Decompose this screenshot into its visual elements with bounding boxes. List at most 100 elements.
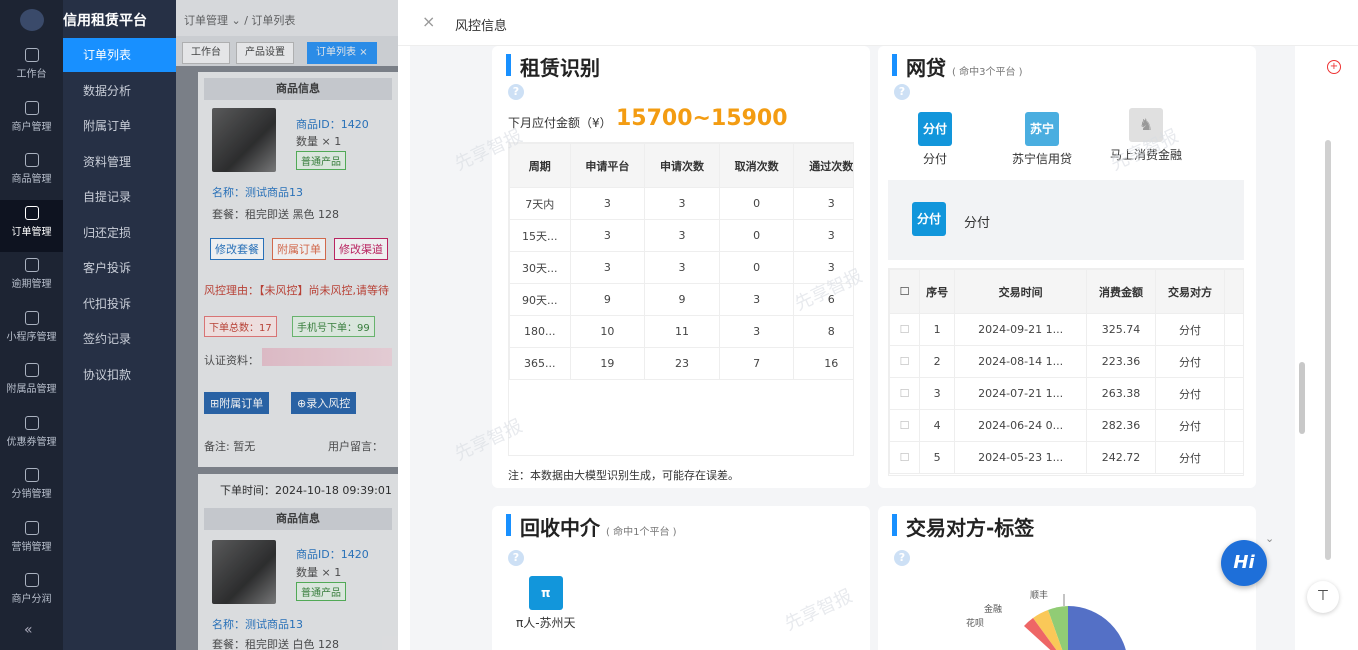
lease-note: 注：本数据由大模型识别生成，可能存在误差。 bbox=[508, 469, 739, 482]
table-row: 30天... 3 3 0 3 bbox=[509, 251, 853, 284]
table-cell: 3 bbox=[793, 187, 853, 220]
select-all-checkbox[interactable]: ☐ bbox=[889, 269, 920, 314]
platform-suning[interactable]: 苏宁 苏宁信用贷 bbox=[1012, 112, 1072, 167]
table-cell: 分付 bbox=[1154, 345, 1225, 378]
submenu-item[interactable]: 代扣投诉 bbox=[63, 287, 176, 321]
recycle-panel: 回收中介( 命中1个平台 ) ? π π人-苏州天 先享智报 bbox=[492, 506, 870, 650]
product-tag: 普通产品 bbox=[296, 582, 346, 601]
watermark: 先享智报 bbox=[781, 585, 856, 636]
risk-reason: 风控理由：【未风控】尚未风控,请等待 bbox=[204, 284, 389, 297]
loan-table-wrap: ☐ 序号 交易时间 消费金额 交易对方 ☐ 1 2024-09-21 1... 325.74 分付… bbox=[888, 268, 1244, 476]
next-payment-value: 15700~15900 bbox=[616, 106, 788, 131]
drawer-body: 租赁识别 ? 下月应付金额（¥） 15700~15900 周期 申请平台 申请次数取… bbox=[410, 46, 1295, 650]
help-icon[interactable]: ? bbox=[508, 84, 524, 100]
submenu-item[interactable]: 订单列表 bbox=[63, 38, 176, 72]
tab-order-list[interactable]: 订单列表 × bbox=[307, 42, 377, 64]
rail-item[interactable]: 订单管理 bbox=[0, 199, 63, 252]
order-time: 下单时间：2024-10-18 09:39:01 bbox=[220, 484, 392, 497]
table-cell: 3 bbox=[793, 219, 853, 252]
help-icon[interactable]: ? bbox=[894, 550, 910, 566]
close-icon[interactable]: × bbox=[422, 12, 435, 31]
rail-item[interactable]: 商户分润 bbox=[0, 567, 63, 619]
chevron-down-icon[interactable]: ⌄ bbox=[1265, 532, 1274, 545]
back-to-top-button[interactable]: ⊤ bbox=[1307, 581, 1339, 613]
order-card: 商品信息 商品ID：1420 数量 × 1 普通产品 名称：测试商品13 套餐：… bbox=[198, 72, 398, 467]
rail-item[interactable]: 商户管理 bbox=[0, 95, 63, 147]
submenu: 信用租赁平台 订单列表 数据分析 附属订单 资料管理 自提记录 归还定损 客户投诉 代扣投诉签… bbox=[63, 0, 176, 650]
rail-item[interactable]: 小程序管理 bbox=[0, 305, 63, 357]
table-cell: 15天... bbox=[509, 219, 571, 252]
lease-table: 周期申请平台申请次数取消次数通过次数在7天内330315天...330330天.… bbox=[509, 143, 853, 380]
table-cell: 4 bbox=[918, 409, 955, 442]
table-cell: 9 bbox=[569, 283, 645, 316]
risk-drawer: × 风控信息 租赁识别 ? 下月应付金额（¥） 15700~15900 周期 申请… bbox=[398, 0, 1358, 650]
table-row: 7天内 3 3 0 3 bbox=[509, 187, 853, 220]
table-cell: 3 bbox=[644, 219, 720, 252]
table-cell: 3 bbox=[569, 187, 645, 220]
rail-item[interactable]: 商品管理 bbox=[0, 147, 63, 199]
loan-header: 交易对方 bbox=[1154, 269, 1226, 314]
row-checkbox[interactable]: ☐ bbox=[889, 377, 920, 410]
rail-item[interactable]: 优惠券管理 bbox=[0, 410, 63, 462]
rail-item[interactable]: 工作台 bbox=[0, 42, 63, 94]
submenu-item[interactable]: 自提记录 bbox=[63, 180, 176, 214]
page-scrollbar[interactable] bbox=[1325, 140, 1331, 560]
drawer-scrollbar[interactable] bbox=[1299, 362, 1305, 434]
tab-workbench[interactable]: 工作台 bbox=[182, 42, 230, 64]
submenu-item[interactable]: 客户投诉 bbox=[63, 251, 176, 285]
row-checkbox[interactable]: ☐ bbox=[889, 441, 920, 474]
row-checkbox[interactable]: ☐ bbox=[889, 409, 920, 442]
submenu-item[interactable]: 签约记录 bbox=[63, 322, 176, 356]
tab-product-settings[interactable]: 产品设置 bbox=[236, 42, 294, 64]
row-checkbox[interactable]: ☐ bbox=[889, 313, 920, 346]
submenu-item[interactable]: 归还定损 bbox=[63, 216, 176, 250]
rail-item[interactable]: 营销管理 bbox=[0, 515, 63, 567]
watch-icon bbox=[24, 310, 39, 325]
tab-close-icon[interactable]: × bbox=[359, 47, 367, 58]
submenu-item[interactable]: 数据分析 bbox=[63, 74, 176, 108]
product-name: 名称：测试商品13 bbox=[212, 186, 303, 199]
rail-item[interactable]: 附属品管理 bbox=[0, 357, 63, 409]
rail-item[interactable]: 逾期管理 bbox=[0, 252, 63, 304]
sub-order-button[interactable]: 附属订单 bbox=[272, 238, 326, 260]
table-cell: 3 bbox=[569, 219, 645, 252]
table-cell: 3 bbox=[718, 283, 794, 316]
product-id: 商品ID：1420 bbox=[296, 118, 369, 131]
rail-item[interactable]: 分销管理 bbox=[0, 462, 63, 514]
cart-icon bbox=[24, 363, 39, 377]
loan-header: 交易时间 bbox=[954, 269, 1087, 314]
add-icon[interactable]: + bbox=[1327, 60, 1341, 74]
pie-label-finance: 金融 bbox=[984, 603, 1002, 615]
table-cell: 2024-09-21 1... bbox=[954, 313, 1087, 346]
phone-orders-badge: 手机号下单：99 bbox=[292, 316, 375, 337]
table-cell: 365... bbox=[509, 347, 571, 380]
attach-order-button[interactable]: ⊞附属订单 bbox=[204, 392, 270, 414]
loan-title: 网贷( 命中3个平台 ) bbox=[892, 52, 1023, 81]
next-payment-label: 下月应付金额（¥） bbox=[508, 116, 612, 130]
table-cell: 3 bbox=[644, 251, 720, 284]
submenu-item[interactable]: 附属订单 bbox=[63, 109, 176, 143]
row-checkbox[interactable]: ☐ bbox=[889, 345, 920, 378]
main-content: 订单管理 ⌄ / 订单列表 工作台 产品设置 订单列表 × 商品信息 商品ID：… bbox=[176, 0, 398, 650]
chat-hi-button[interactable]: Hi bbox=[1221, 540, 1267, 586]
edit-channel-button[interactable]: 修改渠道 bbox=[334, 238, 388, 260]
apple-icon bbox=[24, 153, 39, 167]
platform-recycle[interactable]: π π人-苏州天 bbox=[516, 576, 576, 631]
lease-panel: 租赁识别 ? 下月应付金额（¥） 15700~15900 周期 申请平台 申请次数取… bbox=[452, 46, 870, 488]
platform-fenfu[interactable]: 分付 分付 bbox=[918, 112, 952, 167]
table-cell: 2 bbox=[918, 345, 955, 378]
enter-risk-button[interactable]: ⊕录入风控 bbox=[291, 392, 357, 414]
table-cell: 223.36 bbox=[1085, 345, 1156, 378]
help-icon[interactable]: ? bbox=[508, 550, 524, 566]
help-icon[interactable]: ? bbox=[894, 84, 910, 100]
submenu-item[interactable]: 协议扣款 bbox=[63, 358, 176, 392]
submenu-item[interactable]: 资料管理 bbox=[63, 145, 176, 179]
table-row: 180... 10 11 3 8 bbox=[509, 315, 853, 348]
edit-plan-button[interactable]: 修改套餐 bbox=[210, 238, 264, 260]
fenfu-icon: 分付 bbox=[918, 112, 952, 146]
table-cell: 263.38 bbox=[1085, 377, 1156, 410]
table-cell: 0 bbox=[718, 187, 794, 220]
product-info-header: 商品信息 bbox=[204, 508, 392, 530]
collapse-icon[interactable]: « bbox=[24, 622, 33, 638]
table-cell: 3 bbox=[569, 251, 645, 284]
